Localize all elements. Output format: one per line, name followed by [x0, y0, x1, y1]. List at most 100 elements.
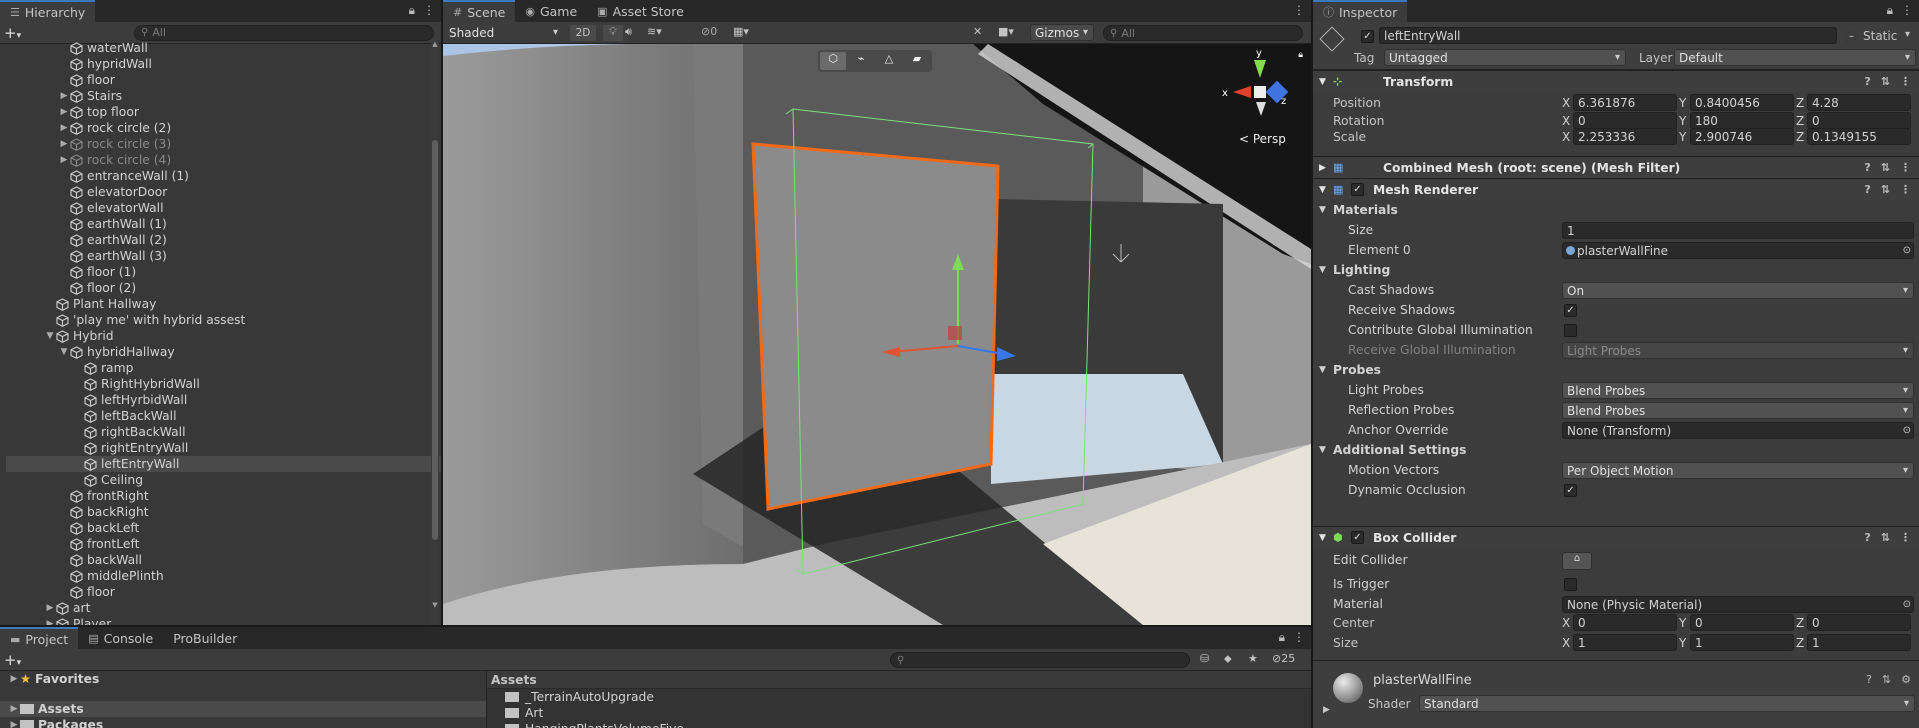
hierarchy-item[interactable]: frontRight: [6, 488, 441, 504]
more-menu-icon[interactable]: ⋮: [1293, 630, 1305, 645]
material-element0-field[interactable]: plasterWallFine ⊙: [1562, 242, 1914, 259]
hierarchy-item[interactable]: floor: [6, 72, 441, 88]
hierarchy-item[interactable]: elevatorDoor: [6, 184, 441, 200]
tab-project[interactable]: ▬ Project: [0, 627, 79, 649]
layer-dropdown[interactable]: Default: [1674, 49, 1916, 66]
foldout-arrow-icon[interactable]: ▼: [1319, 445, 1333, 455]
edit-collider-button[interactable]: ⌂: [1562, 552, 1592, 570]
tab-probuilder[interactable]: ProBuilder: [163, 627, 247, 649]
hierarchy-item[interactable]: hypridWall: [6, 56, 441, 72]
position-x-field[interactable]: 6.361876: [1573, 94, 1677, 111]
down-axis-cone[interactable]: [1256, 102, 1266, 116]
hierarchy-search-input[interactable]: ⚲ All: [134, 24, 434, 41]
draw-tool-icon[interactable]: △: [876, 52, 902, 70]
collider-size-y-field[interactable]: 1: [1690, 634, 1794, 651]
scroll-up-icon[interactable]: ▲: [431, 40, 439, 48]
collider-material-field[interactable]: None (Physic Material) ⊙: [1562, 596, 1914, 613]
scene-viewport[interactable]: [443, 44, 1311, 625]
hierarchy-item[interactable]: Plant Hallway: [6, 296, 441, 312]
shading-mode-dropdown[interactable]: Shaded: [445, 24, 563, 41]
x-axis-label[interactable]: X: [1562, 114, 1570, 128]
y-axis-label[interactable]: Y: [1679, 636, 1686, 650]
object-picker-icon[interactable]: ⊙: [1903, 599, 1911, 610]
mesh-renderer-header[interactable]: ▼ ▦ ✓ Mesh Renderer ? ⇅ ⋮: [1313, 178, 1919, 200]
foldout-arrow-icon[interactable]: ▶: [8, 674, 20, 684]
tab-game[interactable]: ◉ Game: [515, 0, 587, 22]
light-probes-dropdown[interactable]: Blend Probes: [1562, 382, 1914, 399]
anchor-override-field[interactable]: None (Transform) ⊙: [1562, 422, 1914, 439]
z-axis-label[interactable]: Z: [1796, 616, 1804, 630]
foldout-arrow-icon[interactable]: ▶: [8, 704, 20, 714]
hierarchy-item[interactable]: earthWall (3): [6, 248, 441, 264]
hierarchy-item[interactable]: ▶ Stairs: [6, 88, 441, 104]
more-menu-icon[interactable]: ⋮: [1900, 75, 1911, 88]
settings-gear-icon[interactable]: ⚙: [1901, 673, 1911, 686]
y-axis-cone[interactable]: [1254, 60, 1266, 78]
static-checkbox[interactable]: –: [1845, 30, 1858, 43]
hierarchy-item[interactable]: ▶ top floor: [6, 104, 441, 120]
audio-icon[interactable]: 🔊︎: [625, 25, 632, 39]
active-checkbox[interactable]: ✓: [1361, 30, 1374, 43]
tools-icon[interactable]: ✕: [973, 25, 982, 38]
hierarchy-item[interactable]: ramp: [6, 360, 441, 376]
hierarchy-item[interactable]: entranceWall (1): [6, 168, 441, 184]
rotation-y-field[interactable]: 180: [1690, 112, 1794, 129]
y-axis-label[interactable]: Y: [1679, 114, 1686, 128]
tab-asset-store[interactable]: ▣ Asset Store: [587, 0, 694, 22]
collider-center-y-field[interactable]: 0: [1690, 614, 1794, 631]
foldout-arrow-icon[interactable]: ▶: [58, 107, 70, 117]
toggle-2d-button[interactable]: 2D: [570, 25, 596, 41]
cube-view-icon[interactable]: ⬡: [820, 52, 846, 70]
hierarchy-item[interactable]: backRight: [6, 504, 441, 520]
collider-size-x-field[interactable]: 1: [1573, 634, 1677, 651]
dynamic-occlusion-checkbox[interactable]: ✓: [1564, 484, 1577, 497]
y-axis-label[interactable]: Y: [1679, 96, 1686, 110]
grid-snap-icon[interactable]: ▦▾: [733, 25, 749, 38]
camera-icon[interactable]: ■▾: [998, 25, 1014, 38]
tag-dropdown[interactable]: Untagged: [1384, 49, 1626, 66]
hierarchy-item[interactable]: middlePlinth: [6, 568, 441, 584]
packages-item[interactable]: ▶ Packages: [0, 717, 486, 728]
projection-label[interactable]: < Persp: [1239, 132, 1286, 146]
lock-icon[interactable]: 🔒︎: [1279, 630, 1285, 645]
box-collider-header[interactable]: ▼ ⬢ ✓ Box Collider ? ⇅ ⋮: [1313, 526, 1919, 548]
static-dropdown-icon[interactable]: ▾: [1905, 29, 1910, 40]
hierarchy-item[interactable]: leftEntryWall: [6, 456, 441, 472]
hierarchy-item[interactable]: 'play me' with hybrid assest: [6, 312, 441, 328]
mesh-renderer-enabled-checkbox[interactable]: ✓: [1351, 183, 1364, 196]
hierarchy-item[interactable]: floor (2): [6, 280, 441, 296]
gizmos-dropdown[interactable]: Gizmos: [1030, 24, 1094, 41]
scale-z-field[interactable]: 0.1349155: [1807, 128, 1911, 145]
preset-icon[interactable]: ⇅: [1881, 161, 1890, 174]
help-icon[interactable]: ?: [1864, 183, 1870, 196]
hierarchy-item[interactable]: leftHyrbidWall: [6, 392, 441, 408]
foldout-arrow-icon[interactable]: ▼: [1319, 205, 1333, 215]
help-icon[interactable]: ?: [1864, 531, 1870, 544]
orientation-gizmo[interactable]: 🔒︎ y x z < Persp: [1221, 48, 1303, 146]
filter-type-icon[interactable]: ⛁: [1200, 652, 1209, 665]
object-name-field[interactable]: leftEntryWall: [1379, 27, 1837, 44]
lock-icon[interactable]: 🔒︎: [1887, 3, 1893, 18]
z-axis-label[interactable]: Z: [1796, 96, 1804, 110]
hierarchy-item[interactable]: ▼ hybridHallway: [6, 344, 441, 360]
hierarchy-item[interactable]: ▶ rock circle (4): [6, 152, 441, 168]
reflection-probes-dropdown[interactable]: Blend Probes: [1562, 402, 1914, 419]
x-axis-label[interactable]: X: [1562, 616, 1570, 630]
z-axis-label[interactable]: Z: [1796, 130, 1804, 144]
hierarchy-item[interactable]: earthWall (1): [6, 216, 441, 232]
move-handle-center[interactable]: [948, 326, 962, 340]
hierarchy-item[interactable]: backLeft: [6, 520, 441, 536]
plane-tool-icon[interactable]: ▰: [904, 52, 930, 70]
collider-center-z-field[interactable]: 0: [1807, 614, 1911, 631]
collider-center-x-field[interactable]: 0: [1573, 614, 1677, 631]
effects-icon[interactable]: ≋▾: [647, 25, 662, 38]
hierarchy-item[interactable]: rightBackWall: [6, 424, 441, 440]
favorite-star-icon[interactable]: ★: [1248, 652, 1258, 665]
hierarchy-item[interactable]: waterWall: [6, 40, 441, 56]
help-icon[interactable]: ?: [1864, 161, 1870, 174]
foldout-arrow-icon[interactable]: ▼: [44, 331, 56, 341]
materials-size-field[interactable]: 1: [1562, 222, 1914, 239]
cast-shadows-dropdown[interactable]: On: [1562, 282, 1914, 299]
tab-scene[interactable]: # Scene: [443, 0, 516, 22]
gizmo-center-cube[interactable]: [1254, 86, 1266, 98]
